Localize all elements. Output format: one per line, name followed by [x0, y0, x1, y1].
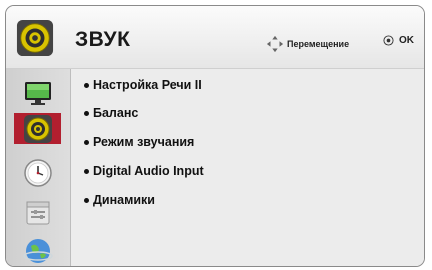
menu-item-sound-mode[interactable]: Режим звучания [84, 135, 194, 149]
sound-menu-panel: ЗВУК Перемещение OK Настройка Речи II Ба… [5, 5, 425, 267]
ok-hint-label: OK [399, 35, 414, 46]
menu-header: ЗВУК Перемещение OK [6, 6, 424, 69]
clock-icon [23, 158, 52, 187]
bullet-icon [84, 168, 89, 174]
bullet-icon [84, 110, 89, 116]
speaker-icon [23, 114, 52, 143]
menu-item-speech-setting[interactable]: Настройка Речи II [84, 78, 202, 92]
menu-item-label: Режим звучания [93, 135, 195, 149]
picture-icon [24, 81, 51, 105]
ok-hint: OK [383, 35, 414, 46]
page-title: ЗВУК [75, 28, 131, 51]
bullet-icon [84, 197, 89, 203]
menu-item-speakers[interactable]: Динамики [84, 193, 155, 207]
sidebar-item-options[interactable] [14, 196, 61, 227]
speaker-icon [16, 19, 54, 57]
menu-item-label: Digital Audio Input [93, 164, 204, 178]
options-icon [26, 201, 49, 224]
menu-item-digital-audio-input[interactable]: Digital Audio Input [84, 164, 204, 178]
dpad-icon [266, 35, 284, 53]
sidebar-item-sound[interactable] [14, 113, 61, 144]
bullet-icon [84, 82, 89, 88]
move-hint-label: Перемещение [287, 39, 350, 49]
network-icon [22, 238, 53, 263]
sidebar-item-network[interactable] [14, 235, 61, 266]
category-sidebar [6, 69, 71, 266]
menu-item-label: Настройка Речи II [93, 78, 202, 92]
menu-item-label: Динамики [93, 193, 155, 207]
ok-button-icon [383, 35, 394, 46]
sidebar-item-time[interactable] [14, 157, 61, 188]
menu-item-balance[interactable]: Баланс [84, 106, 138, 120]
bullet-icon [84, 139, 89, 145]
menu-content: Настройка Речи II Баланс Режим звучания … [71, 69, 424, 266]
menu-item-label: Баланс [93, 106, 139, 120]
move-hint: Перемещение [266, 35, 349, 53]
sidebar-item-picture[interactable] [14, 77, 61, 108]
